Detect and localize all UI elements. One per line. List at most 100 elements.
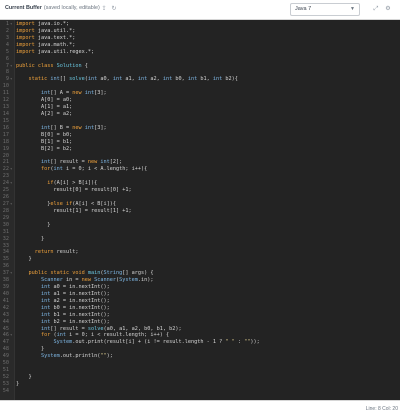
code-text: int[] A = new int[3]; bbox=[41, 90, 107, 97]
code-line[interactable]: 3 import java.text.*; bbox=[0, 35, 400, 42]
code-line[interactable]: 32 } bbox=[0, 236, 400, 243]
code-line[interactable]: 27 ▾ }else if(A[i] < B[i]){ bbox=[0, 201, 400, 208]
code-line[interactable]: 9 ▾ static int[] solve(int a0, int a1, in… bbox=[0, 76, 400, 83]
code-line[interactable]: 49 System.out.println(""); bbox=[0, 353, 400, 360]
code-line[interactable]: 37 ▾ public static void main(String[] arg… bbox=[0, 270, 400, 277]
code-text: return result; bbox=[34, 249, 79, 256]
code-line[interactable]: 40 int a1 = in.nextInt(); bbox=[0, 291, 400, 298]
code-line[interactable]: 20 bbox=[0, 153, 400, 160]
code-line[interactable]: 25 result[0] = result[0] +1; bbox=[0, 187, 400, 194]
code-line[interactable]: 28 result[1] = result[1] +1; bbox=[0, 208, 400, 215]
fold-icon[interactable]: ▾ bbox=[10, 270, 12, 277]
reset-icon[interactable]: ↻ bbox=[110, 5, 118, 13]
line-number: 10 bbox=[2, 83, 9, 90]
code-line[interactable]: 52 } bbox=[0, 374, 400, 381]
code-text: B[0] = b0; bbox=[41, 131, 73, 138]
line-number: 39 bbox=[2, 284, 9, 291]
code-line[interactable]: 36 bbox=[0, 263, 400, 270]
fullscreen-icon[interactable]: ⤢ bbox=[372, 5, 380, 13]
code-line[interactable]: 41 int a2 = in.nextInt(); bbox=[0, 298, 400, 305]
language-select[interactable]: Java 7 ▼ bbox=[290, 3, 360, 16]
line-number: 30 bbox=[2, 221, 9, 228]
code-line[interactable]: 35 } bbox=[0, 256, 400, 263]
line-number: 53 bbox=[2, 380, 9, 387]
code-line[interactable]: 23 bbox=[0, 173, 400, 180]
line-number: 5 bbox=[5, 48, 9, 55]
code-line[interactable]: 21 int[] result = new int[2]; bbox=[0, 159, 400, 166]
code-line[interactable]: 1 ▾ import java.io.*; bbox=[0, 21, 400, 28]
fold-icon[interactable]: ▾ bbox=[10, 21, 12, 28]
code-line[interactable]: 12 A[0] = a0; bbox=[0, 97, 400, 104]
upload-icon[interactable]: ⇪ bbox=[100, 5, 108, 13]
fold-icon[interactable]: ▾ bbox=[10, 76, 12, 83]
line-number: 27 bbox=[2, 200, 9, 207]
code-line[interactable]: 31 bbox=[0, 229, 400, 236]
line-number: 19 bbox=[2, 145, 9, 152]
code-line[interactable]: 54 bbox=[0, 388, 400, 395]
code-line[interactable]: 5 import java.util.regex.*; bbox=[0, 49, 400, 56]
code-text: int[] result = new int[2]; bbox=[41, 159, 123, 166]
line-number: 42 bbox=[2, 304, 9, 311]
code-line[interactable]: 43 int b1 = in.nextInt(); bbox=[0, 312, 400, 319]
line-number: 37 bbox=[2, 270, 9, 277]
code-line[interactable]: 38 Scanner in = new Scanner(System.in); bbox=[0, 277, 400, 284]
line-number: 21 bbox=[2, 159, 9, 166]
code-line[interactable]: 42 int b0 = in.nextInt(); bbox=[0, 305, 400, 312]
fold-icon[interactable]: ▾ bbox=[10, 332, 12, 339]
code-line[interactable]: 19 B[2] = b2; bbox=[0, 146, 400, 153]
code-text: public class Solution { bbox=[16, 62, 88, 69]
line-number: 45 bbox=[2, 325, 9, 332]
code-line[interactable]: 17 B[0] = b0; bbox=[0, 132, 400, 139]
code-line[interactable]: 26 bbox=[0, 194, 400, 201]
line-number: 25 bbox=[2, 187, 9, 194]
line-number: 2 bbox=[5, 27, 9, 34]
code-line[interactable]: 8 bbox=[0, 69, 400, 76]
line-number: 29 bbox=[2, 214, 9, 221]
line-number: 34 bbox=[2, 249, 9, 256]
code-line[interactable]: 24 ▾ if(A[i] > B[i]){ bbox=[0, 180, 400, 187]
code-line[interactable]: 34 return result; bbox=[0, 249, 400, 256]
code-line[interactable]: 33 bbox=[0, 243, 400, 250]
line-number: 18 bbox=[2, 138, 9, 145]
code-line[interactable]: 39 int a0 = in.nextInt(); bbox=[0, 284, 400, 291]
fold-icon[interactable]: ▾ bbox=[10, 201, 12, 208]
code-line[interactable]: 7 ▾ public class Solution { bbox=[0, 63, 400, 70]
line-number: 13 bbox=[2, 104, 9, 111]
code-text: } bbox=[16, 256, 32, 263]
fold-icon[interactable]: ▾ bbox=[10, 180, 12, 187]
code-line[interactable]: 18 B[1] = b1; bbox=[0, 139, 400, 146]
code-line[interactable]: 6 bbox=[0, 56, 400, 63]
fold-icon[interactable]: ▾ bbox=[10, 63, 12, 70]
line-number: 20 bbox=[2, 152, 9, 159]
code-line[interactable]: 30 } bbox=[0, 222, 400, 229]
code-line[interactable]: 44 int b2 = in.nextInt(); bbox=[0, 319, 400, 326]
code-line[interactable]: 53} bbox=[0, 381, 400, 388]
code-line[interactable]: 22 ▾ for(int i = 0; i < A.length; i++){ bbox=[0, 166, 400, 173]
line-number: 14 bbox=[2, 110, 9, 117]
code-line[interactable]: 2 import java.util.*; bbox=[0, 28, 400, 35]
code-text: } bbox=[16, 221, 51, 228]
code-line[interactable]: 46 ▾ for (int i = 0; i < result.length; i… bbox=[0, 332, 400, 339]
code-line[interactable]: 15 bbox=[0, 118, 400, 125]
code-line[interactable]: 48 } bbox=[0, 346, 400, 353]
code-line[interactable]: 47 System.out.print(result[i] + (i != re… bbox=[0, 339, 400, 346]
line-number: 38 bbox=[2, 277, 9, 284]
code-line[interactable]: 51 bbox=[0, 367, 400, 374]
code-line[interactable]: 13 A[1] = a1; bbox=[0, 104, 400, 111]
line-number: 50 bbox=[2, 360, 9, 367]
fold-icon[interactable]: ▾ bbox=[10, 166, 12, 173]
code-editor[interactable]: 1 ▾ import java.io.*; 2 import java.util.*; 3… bbox=[0, 20, 400, 400]
line-number: 40 bbox=[2, 290, 9, 297]
line-number: 43 bbox=[2, 311, 9, 318]
code-line[interactable]: 29 bbox=[0, 215, 400, 222]
code-line[interactable]: 50 bbox=[0, 360, 400, 367]
code-line[interactable]: 11 int[] A = new int[3]; bbox=[0, 90, 400, 97]
code-line[interactable]: 10 bbox=[0, 83, 400, 90]
code-line[interactable]: 4 import java.math.*; bbox=[0, 42, 400, 49]
code-line[interactable]: 16 int[] B = new int[3]; bbox=[0, 125, 400, 132]
code-line[interactable]: 14 A[2] = a2; bbox=[0, 111, 400, 118]
code-text: A[2] = a2; bbox=[41, 110, 73, 117]
code-line[interactable]: 45 int[] result = solve(a0, a1, a2, b0, … bbox=[0, 326, 400, 333]
line-number: 44 bbox=[2, 318, 9, 325]
gear-icon[interactable]: ⚙ bbox=[384, 5, 392, 13]
